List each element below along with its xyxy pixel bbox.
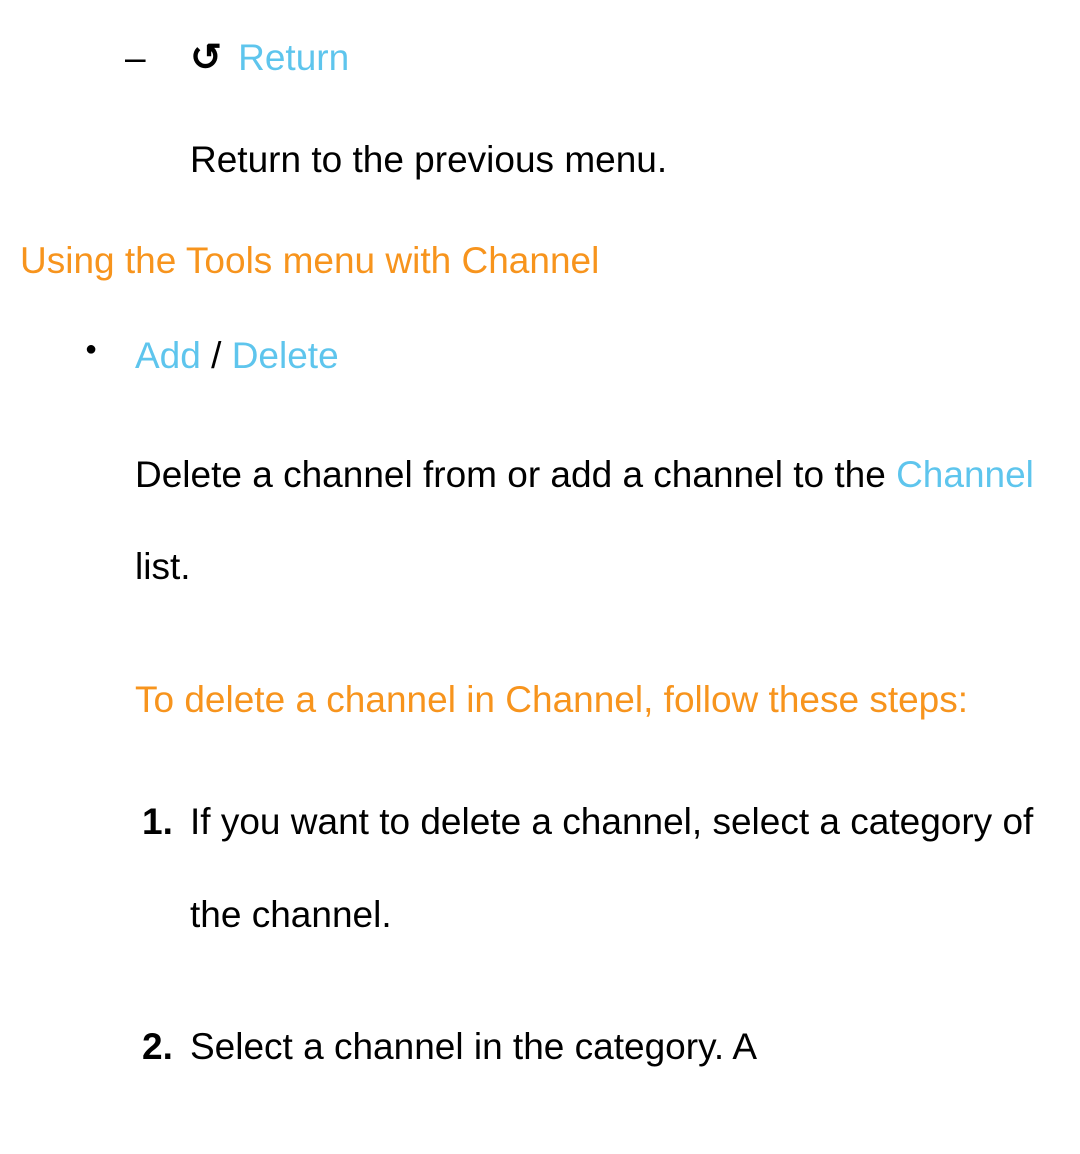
section-heading: Using the Tools menu with Channel (20, 233, 1060, 289)
step-text: Select a channel in the category. A (190, 1026, 757, 1067)
desc-part2: list. (135, 546, 191, 587)
delete-label: Delete (232, 335, 339, 376)
return-item: ↺ Return Return to the previous menu. (125, 30, 1060, 188)
return-label: Return (238, 37, 349, 78)
channel-link: Channel (896, 454, 1034, 495)
return-description: Return to the previous menu. (190, 132, 1060, 188)
step-2: 2. Select a channel in the category. A (135, 1001, 1060, 1094)
return-icon: ↺ (190, 30, 222, 87)
separator: / (201, 335, 232, 376)
step-number: 1. (142, 776, 173, 869)
add-delete-title: Add / Delete (135, 328, 1060, 384)
add-delete-description: Delete a channel from or add a channel t… (135, 429, 1060, 614)
step-number: 2. (142, 1001, 173, 1094)
add-delete-item: Add / Delete Delete a channel from or ad… (80, 328, 1060, 1094)
delete-steps-heading: To delete a channel in Channel, follow t… (135, 654, 1060, 747)
step-1: 1. If you want to delete a channel, sele… (135, 776, 1060, 961)
desc-part1: Delete a channel from or add a channel t… (135, 454, 896, 495)
step-text: If you want to delete a channel, select … (190, 801, 1033, 935)
add-label: Add (135, 335, 201, 376)
